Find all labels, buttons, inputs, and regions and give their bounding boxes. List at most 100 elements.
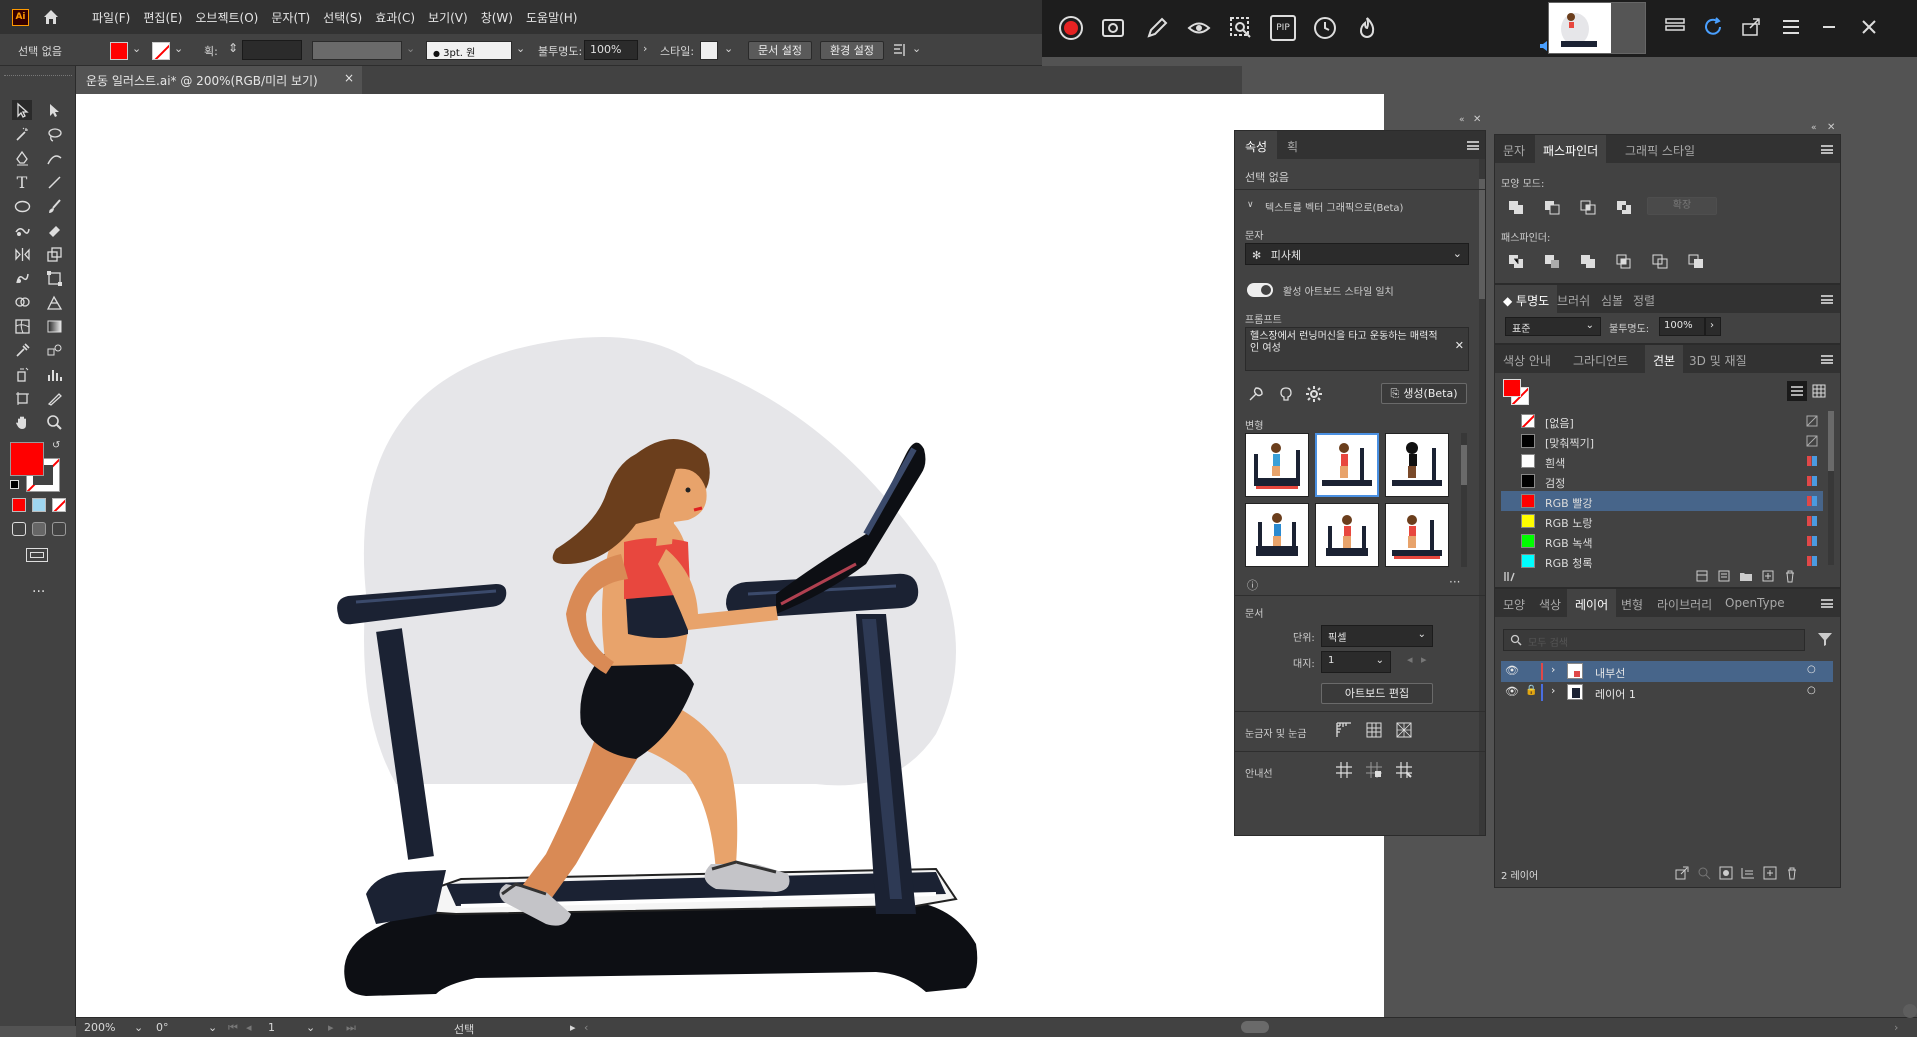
scroll-right-icon[interactable]: › <box>1894 1021 1898 1034</box>
tab-properties[interactable]: 속성 <box>1235 131 1278 159</box>
brush-definition[interactable]: ● 3pt. 원 <box>426 41 512 60</box>
chevron-down-icon[interactable]: ∨ <box>1247 200 1254 210</box>
variation-thumbnail[interactable] <box>1385 503 1449 567</box>
crop-icon[interactable] <box>1615 253 1633 269</box>
selection-tool-icon[interactable] <box>12 100 32 120</box>
tab-opentype[interactable]: OpenType <box>1717 589 1793 617</box>
generate-button[interactable]: ⎘ 생성(Beta) <box>1381 383 1467 404</box>
swatch-options-icon[interactable] <box>1717 569 1731 583</box>
menu-object[interactable]: 오브젝트(O) <box>195 9 258 26</box>
pip-button[interactable]: PIP <box>1270 15 1296 41</box>
shape-builder-tool-icon[interactable] <box>12 292 32 312</box>
fill-color-swatch[interactable] <box>110 42 128 60</box>
target-circle-icon[interactable]: ○ <box>1807 664 1816 675</box>
artboard-number[interactable]: 1 <box>268 1021 275 1034</box>
draw-normal-icon[interactable] <box>12 522 26 536</box>
variation-thumbnail[interactable] <box>1315 433 1379 497</box>
free-transform-tool-icon[interactable] <box>44 268 64 288</box>
match-style-toggle[interactable] <box>1247 283 1273 297</box>
ruler-icon[interactable] <box>1335 721 1353 739</box>
swatch-row[interactable]: [없음] <box>1501 411 1823 431</box>
preview-thumbnail[interactable] <box>1548 2 1646 54</box>
artboard-select[interactable]: 1 ⌄ <box>1321 651 1391 673</box>
mesh-tool-icon[interactable] <box>12 316 32 336</box>
locate-object-icon[interactable] <box>1697 866 1711 880</box>
variation-thumbnail[interactable] <box>1245 433 1309 497</box>
tab-graphic-styles[interactable]: 그래픽 스타일 <box>1617 135 1703 163</box>
blend-mode-select[interactable]: 표준 ⌄ <box>1505 317 1601 336</box>
rotation-value[interactable]: 0° <box>156 1021 169 1034</box>
document-tab[interactable]: 운동 일러스트.ai* @ 200%(RGB/미리 보기) × <box>76 66 362 94</box>
expand-chevron-icon[interactable]: › <box>1551 663 1555 676</box>
visibility-eye-icon[interactable]: 👁 <box>1505 685 1519 698</box>
export-layer-icon[interactable] <box>1675 866 1689 880</box>
fill-color-box[interactable] <box>10 442 44 476</box>
text-to-vector-heading[interactable]: 텍스트를 벡터 그래픽으로(Beta) <box>1265 199 1403 214</box>
color-mode-button[interactable] <box>12 498 26 512</box>
ellipse-tool-icon[interactable] <box>12 196 32 216</box>
zoom-tool-icon[interactable] <box>44 412 64 432</box>
smart-guides-icon[interactable] <box>1395 761 1413 779</box>
show-kinds-icon[interactable] <box>1695 569 1709 583</box>
refresh-icon[interactable] <box>1702 16 1724 38</box>
none-mode-button[interactable] <box>52 498 66 512</box>
gradient-mode-button[interactable] <box>32 498 46 512</box>
panel-menu-icon[interactable] <box>1821 355 1833 364</box>
tab-character[interactable]: 문자 <box>1495 135 1533 163</box>
grid-icon[interactable] <box>1365 721 1383 739</box>
layer-row[interactable]: 👁 🔒 › 레이어 1 ○ <box>1501 682 1833 703</box>
graphic-style-swatch[interactable] <box>700 41 718 60</box>
transparency-grid-icon[interactable] <box>1395 721 1413 739</box>
perspective-grid-tool-icon[interactable] <box>44 292 64 312</box>
artboard-canvas[interactable] <box>76 94 1384 1017</box>
swatch-row[interactable]: RGB 청록 <box>1501 551 1823 571</box>
tab-transparency[interactable]: ◆ 투명도 <box>1495 285 1558 313</box>
chevron-right-icon[interactable]: › <box>643 42 647 55</box>
warp-tool-icon[interactable] <box>12 268 32 288</box>
tab-gradient[interactable]: 그라디언트 <box>1565 345 1636 373</box>
menu-help[interactable]: 도움말(H) <box>526 9 578 26</box>
shaper-tool-icon[interactable] <box>12 220 32 240</box>
stroke-stepper-icon[interactable]: ⇕ <box>228 41 238 55</box>
horizontal-scrollbar-thumb[interactable] <box>1241 1021 1269 1033</box>
make-clipping-mask-icon[interactable] <box>1719 866 1733 880</box>
direct-selection-tool-icon[interactable] <box>44 100 64 120</box>
trim-icon[interactable] <box>1543 253 1561 269</box>
close-icon[interactable] <box>1860 18 1878 36</box>
swatch-row[interactable]: RGB 빨강 <box>1501 491 1823 511</box>
reflect-tool-icon[interactable] <box>12 244 32 264</box>
slice-tool-icon[interactable] <box>44 388 64 408</box>
document-setup-button[interactable]: 문서 설정 <box>748 41 812 60</box>
zoom-level[interactable]: 200% <box>84 1021 115 1034</box>
swatch-row[interactable]: RGB 노랑 <box>1501 511 1823 531</box>
gradient-tool-icon[interactable] <box>44 316 64 336</box>
tab-3d-materials[interactable]: 3D 및 재질 <box>1681 345 1755 373</box>
tab-color[interactable]: 색상 <box>1531 589 1569 617</box>
swatch-libraries-icon[interactable] <box>1503 569 1517 583</box>
expand-button[interactable]: 확장 <box>1647 197 1717 215</box>
tab-transform[interactable]: 변형 <box>1613 589 1651 617</box>
paintbrush-tool-icon[interactable] <box>44 196 64 216</box>
divide-icon[interactable] <box>1507 253 1525 269</box>
stroke-weight-input[interactable] <box>242 40 302 60</box>
chevron-down-icon[interactable]: ⌄ <box>406 42 415 55</box>
opacity-input[interactable]: 100% <box>1659 317 1705 336</box>
target-circle-icon[interactable]: ○ <box>1807 685 1816 696</box>
lightbulb-icon[interactable] <box>1277 385 1295 403</box>
panel-menu-icon[interactable] <box>1467 141 1479 150</box>
gear-icon[interactable] <box>1305 385 1323 403</box>
swatch-row[interactable]: 검정 <box>1501 471 1823 491</box>
scroll-left-icon[interactable]: ‹ <box>584 1021 588 1034</box>
eraser-tool-icon[interactable] <box>44 220 64 240</box>
magic-wand-tool-icon[interactable] <box>12 124 32 144</box>
lasso-tool-icon[interactable] <box>44 124 64 144</box>
edit-toolbar-icon[interactable]: ··· <box>32 584 45 600</box>
swatch-row[interactable]: 흰색 <box>1501 451 1823 471</box>
tab-pathfinder[interactable]: 패스파인더 <box>1535 135 1607 163</box>
collapse-dock-icon[interactable]: « <box>1811 123 1817 133</box>
variation-thumbnail[interactable] <box>1385 433 1449 497</box>
screenshot-icon[interactable] <box>1100 15 1126 41</box>
draw-inside-icon[interactable] <box>52 522 66 536</box>
pencil-icon[interactable] <box>1144 15 1170 41</box>
lock-icon[interactable]: 🔒 <box>1525 685 1537 696</box>
